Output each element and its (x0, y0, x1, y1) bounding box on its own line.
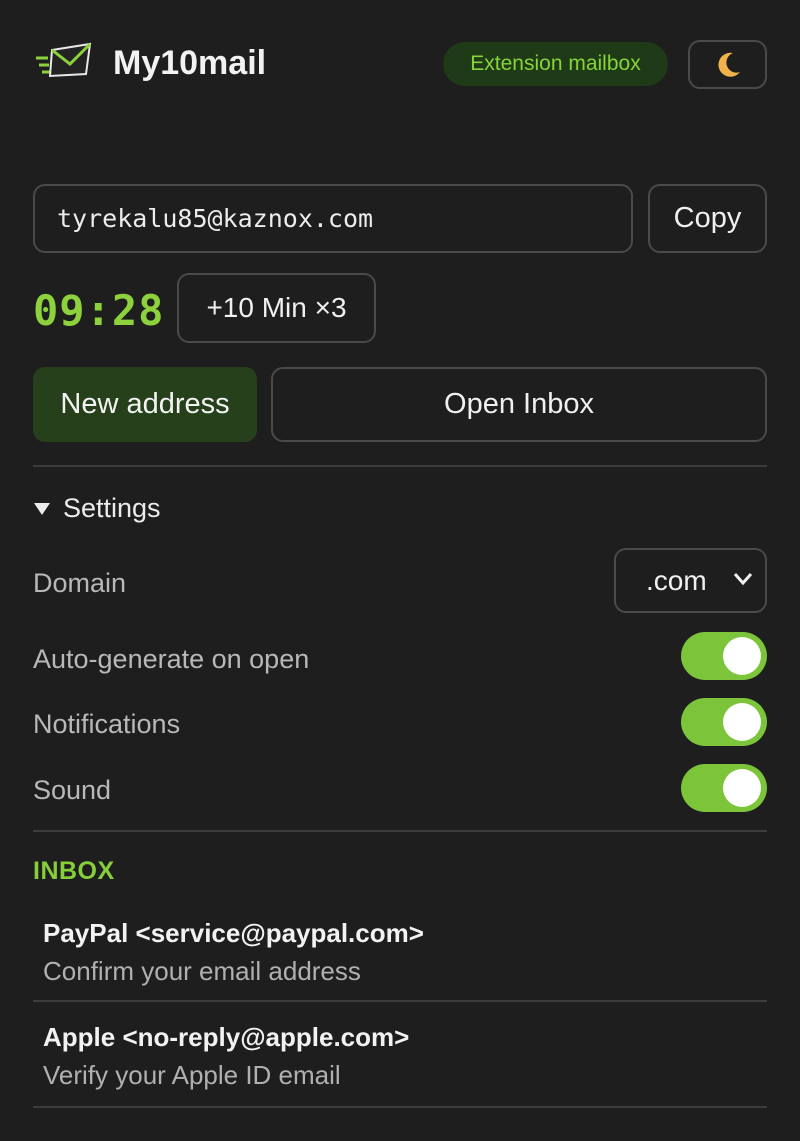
email-address-field[interactable]: tyrekalu85@kaznox.com (33, 184, 633, 253)
domain-select[interactable]: .com (614, 548, 767, 613)
mail-subject: Verify your Apple ID email (43, 1060, 341, 1090)
list-item[interactable]: PayPal <service@paypal.com> Confirm your… (33, 904, 767, 1000)
mail-sender: PayPal <service@paypal.com> (43, 918, 424, 948)
auto-generate-label: Auto-generate on open (33, 644, 310, 674)
countdown-timer: 09:28 (33, 286, 165, 335)
divider (33, 1000, 767, 1002)
extend-time-button[interactable]: +10 Min ×3 (177, 273, 376, 343)
domain-value: .com (646, 564, 707, 596)
divider (33, 830, 767, 832)
mail-sender: Apple <no-reply@apple.com> (43, 1022, 410, 1052)
toggle-knob (723, 637, 761, 675)
logo-envelope-icon (34, 40, 94, 80)
inbox-title: INBOX (33, 857, 115, 885)
toggle-knob (723, 703, 761, 741)
moon-icon (713, 50, 743, 80)
sound-toggle[interactable] (681, 764, 767, 812)
copy-button[interactable]: Copy (648, 184, 767, 253)
open-inbox-button[interactable]: Open Inbox (271, 367, 767, 442)
popup-root: My10mail Extension mailbox tyrekalu85@ka… (0, 0, 800, 1141)
divider (33, 1106, 767, 1108)
extension-mailbox-badge: Extension mailbox (443, 42, 668, 86)
settings-header: Settings (63, 493, 161, 523)
notifications-toggle[interactable] (681, 698, 767, 746)
mail-subject: Confirm your email address (43, 956, 361, 986)
notifications-label: Notifications (33, 709, 181, 739)
new-address-button[interactable]: New address (33, 367, 257, 442)
list-item[interactable]: Apple <no-reply@apple.com> Verify your A… (33, 1010, 767, 1106)
chevron-down-icon (733, 572, 753, 586)
domain-label: Domain (33, 568, 127, 598)
divider (33, 465, 767, 467)
theme-toggle-button[interactable] (688, 40, 767, 89)
triangle-down-icon (33, 502, 51, 516)
toggle-knob (723, 769, 761, 807)
auto-generate-toggle[interactable] (681, 632, 767, 680)
app-name: My10mail (113, 44, 267, 82)
settings-disclosure[interactable]: Settings (33, 493, 161, 524)
sound-label: Sound (33, 775, 112, 805)
